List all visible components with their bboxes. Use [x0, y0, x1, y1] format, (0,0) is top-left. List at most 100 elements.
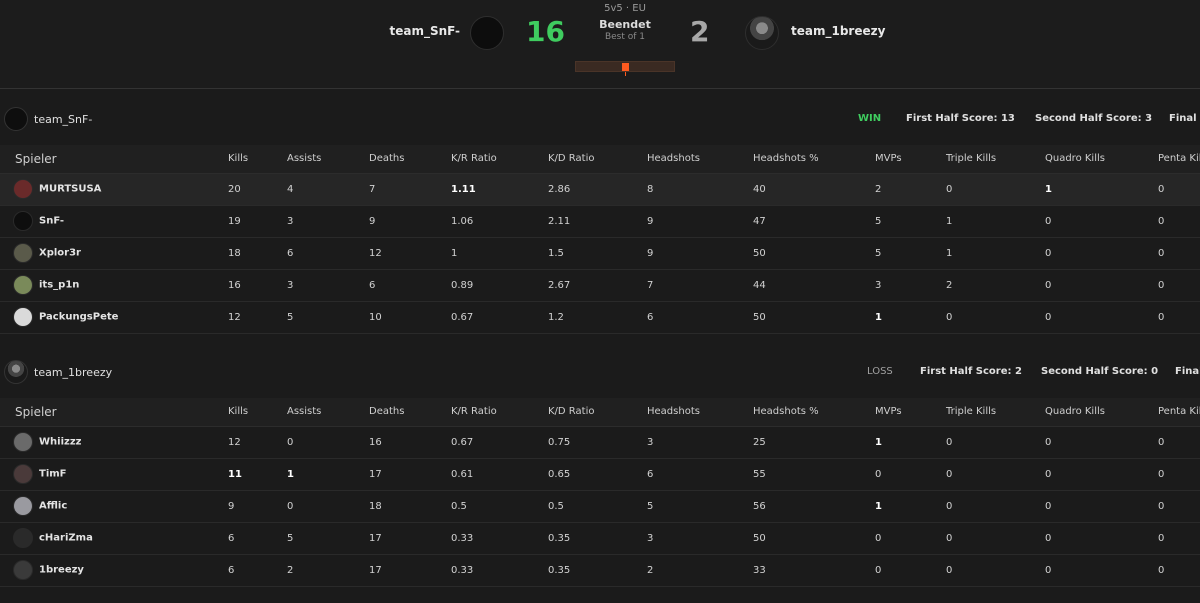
score-progress-bar — [575, 61, 675, 76]
player-name[interactable]: 1breezy — [39, 565, 84, 576]
team2-avatar[interactable] — [745, 16, 779, 50]
player-name[interactable]: its_p1n — [39, 280, 79, 291]
stat-cell: 3 — [875, 269, 946, 302]
column-header[interactable]: Deaths — [369, 398, 451, 427]
team2-final: Final Score: 2 — [1175, 366, 1200, 377]
player-name[interactable]: Whiizzz — [39, 437, 81, 448]
player-cell[interactable]: SnF- — [0, 205, 228, 238]
player-avatar[interactable] — [13, 496, 33, 516]
stat-cell: 0 — [1158, 522, 1200, 555]
player-avatar[interactable] — [13, 432, 33, 452]
player-row[interactable]: 1breezy 6 2 17 0.33 0.35 2 33 0 0 0 0 — [0, 554, 1200, 587]
player-cell[interactable]: Whiizzz — [0, 426, 228, 459]
stat-cell: 0.35 — [548, 522, 647, 555]
stat-cell: 11 — [228, 458, 287, 491]
team2-summary-name[interactable]: team_1breezy — [34, 366, 112, 379]
team2-summary-avatar[interactable] — [4, 360, 28, 384]
player-name[interactable]: SnF- — [39, 216, 64, 227]
player-name[interactable]: PackungsPete — [39, 312, 118, 323]
stat-cell: 0 — [875, 554, 946, 587]
stat-cell: 0 — [875, 522, 946, 555]
player-avatar[interactable] — [13, 464, 33, 484]
column-header[interactable]: K/D Ratio — [548, 398, 647, 427]
player-cell[interactable]: TimF — [0, 458, 228, 491]
stat-cell: 17 — [369, 554, 451, 587]
column-header[interactable]: K/D Ratio — [548, 145, 647, 174]
stat-cell: 0 — [1045, 554, 1158, 587]
player-row[interactable]: SnF- 19 3 9 1.06 2.11 9 47 5 1 0 0 — [0, 205, 1200, 238]
player-row[interactable]: Afflic 9 0 18 0.5 0.5 5 56 1 0 0 0 — [0, 490, 1200, 523]
team1-name[interactable]: team_SnF- — [390, 24, 460, 38]
stat-cell: 8 — [647, 173, 753, 206]
player-row[interactable]: its_p1n 16 3 6 0.89 2.67 7 44 3 2 0 0 — [0, 269, 1200, 302]
player-avatar[interactable] — [13, 211, 33, 231]
player-name[interactable]: Afflic — [39, 501, 67, 512]
column-header[interactable]: Triple Kills — [946, 398, 1045, 427]
player-cell[interactable]: its_p1n — [0, 269, 228, 302]
player-avatar[interactable] — [13, 179, 33, 199]
stat-cell: 0 — [1045, 269, 1158, 302]
player-avatar[interactable] — [13, 307, 33, 327]
column-header[interactable]: K/R Ratio — [451, 398, 548, 427]
column-header[interactable]: Assists — [287, 145, 369, 174]
team1-avatar[interactable] — [470, 16, 504, 50]
player-name[interactable]: Xplor3r — [39, 248, 81, 259]
player-row[interactable]: PackungsPete 12 5 10 0.67 1.2 6 50 1 0 0 0 — [0, 301, 1200, 334]
stat-cell: 17 — [369, 522, 451, 555]
column-header[interactable]: Headshots — [647, 398, 753, 427]
player-cell[interactable]: MURTSUSA — [0, 173, 228, 206]
column-header[interactable]: Deaths — [369, 145, 451, 174]
stat-cell: 6 — [287, 237, 369, 270]
column-header[interactable]: MVPs — [875, 398, 946, 427]
column-header[interactable]: MVPs — [875, 145, 946, 174]
stat-cell: 5 — [287, 522, 369, 555]
column-header[interactable]: Assists — [287, 398, 369, 427]
player-row[interactable]: MURTSUSA 20 4 7 1.11 2.86 8 40 2 0 1 0 — [0, 173, 1200, 206]
stat-cell: 40 — [753, 173, 875, 206]
column-header[interactable]: Spieler — [0, 398, 228, 427]
stat-cell: 0 — [946, 458, 1045, 491]
stat-cell: 47 — [753, 205, 875, 238]
stat-cell: 6 — [369, 269, 451, 302]
stat-cell: 9 — [647, 205, 753, 238]
player-cell[interactable]: PackungsPete — [0, 301, 228, 334]
column-header[interactable]: Quadro Kills — [1045, 145, 1158, 174]
player-name[interactable]: TimF — [39, 469, 67, 480]
player-avatar[interactable] — [13, 275, 33, 295]
column-header[interactable]: Headshots — [647, 145, 753, 174]
stat-cell: 0 — [946, 554, 1045, 587]
player-row[interactable]: cHariZma 6 5 17 0.33 0.35 3 50 0 0 0 0 — [0, 522, 1200, 555]
player-avatar[interactable] — [13, 560, 33, 580]
player-avatar[interactable] — [13, 528, 33, 548]
stat-cell: 0 — [1158, 237, 1200, 270]
stat-cell: 33 — [753, 554, 875, 587]
player-cell[interactable]: Xplor3r — [0, 237, 228, 270]
column-header[interactable]: Spieler — [0, 145, 228, 174]
player-name[interactable]: cHariZma — [39, 533, 93, 544]
column-header[interactable]: Headshots % — [753, 398, 875, 427]
team1-summary-avatar[interactable] — [4, 107, 28, 131]
column-header[interactable]: Penta Kills — [1158, 398, 1200, 427]
column-header[interactable]: Penta Kills — [1158, 145, 1200, 174]
player-row[interactable]: Whiizzz 12 0 16 0.67 0.75 3 25 1 0 0 0 — [0, 426, 1200, 459]
column-header[interactable]: Kills — [228, 398, 287, 427]
stat-cell: 16 — [369, 426, 451, 459]
column-header[interactable]: Triple Kills — [946, 145, 1045, 174]
team2-name[interactable]: team_1breezy — [791, 24, 885, 38]
stat-cell: 0 — [946, 301, 1045, 334]
player-row[interactable]: TimF 11 1 17 0.61 0.65 6 55 0 0 0 0 — [0, 458, 1200, 491]
column-header[interactable]: Headshots % — [753, 145, 875, 174]
team1-summary-name[interactable]: team_SnF- — [34, 113, 92, 126]
player-row[interactable]: Xplor3r 18 6 12 1 1.5 9 50 5 1 0 0 — [0, 237, 1200, 270]
stat-cell: 2 — [647, 554, 753, 587]
column-header[interactable]: Quadro Kills — [1045, 398, 1158, 427]
player-avatar[interactable] — [13, 243, 33, 263]
stat-cell: 2.86 — [548, 173, 647, 206]
player-cell[interactable]: 1breezy — [0, 554, 228, 587]
column-header[interactable]: Kills — [228, 145, 287, 174]
stat-cell: 1.2 — [548, 301, 647, 334]
player-name[interactable]: MURTSUSA — [39, 184, 101, 195]
player-cell[interactable]: cHariZma — [0, 522, 228, 555]
player-cell[interactable]: Afflic — [0, 490, 228, 523]
column-header[interactable]: K/R Ratio — [451, 145, 548, 174]
